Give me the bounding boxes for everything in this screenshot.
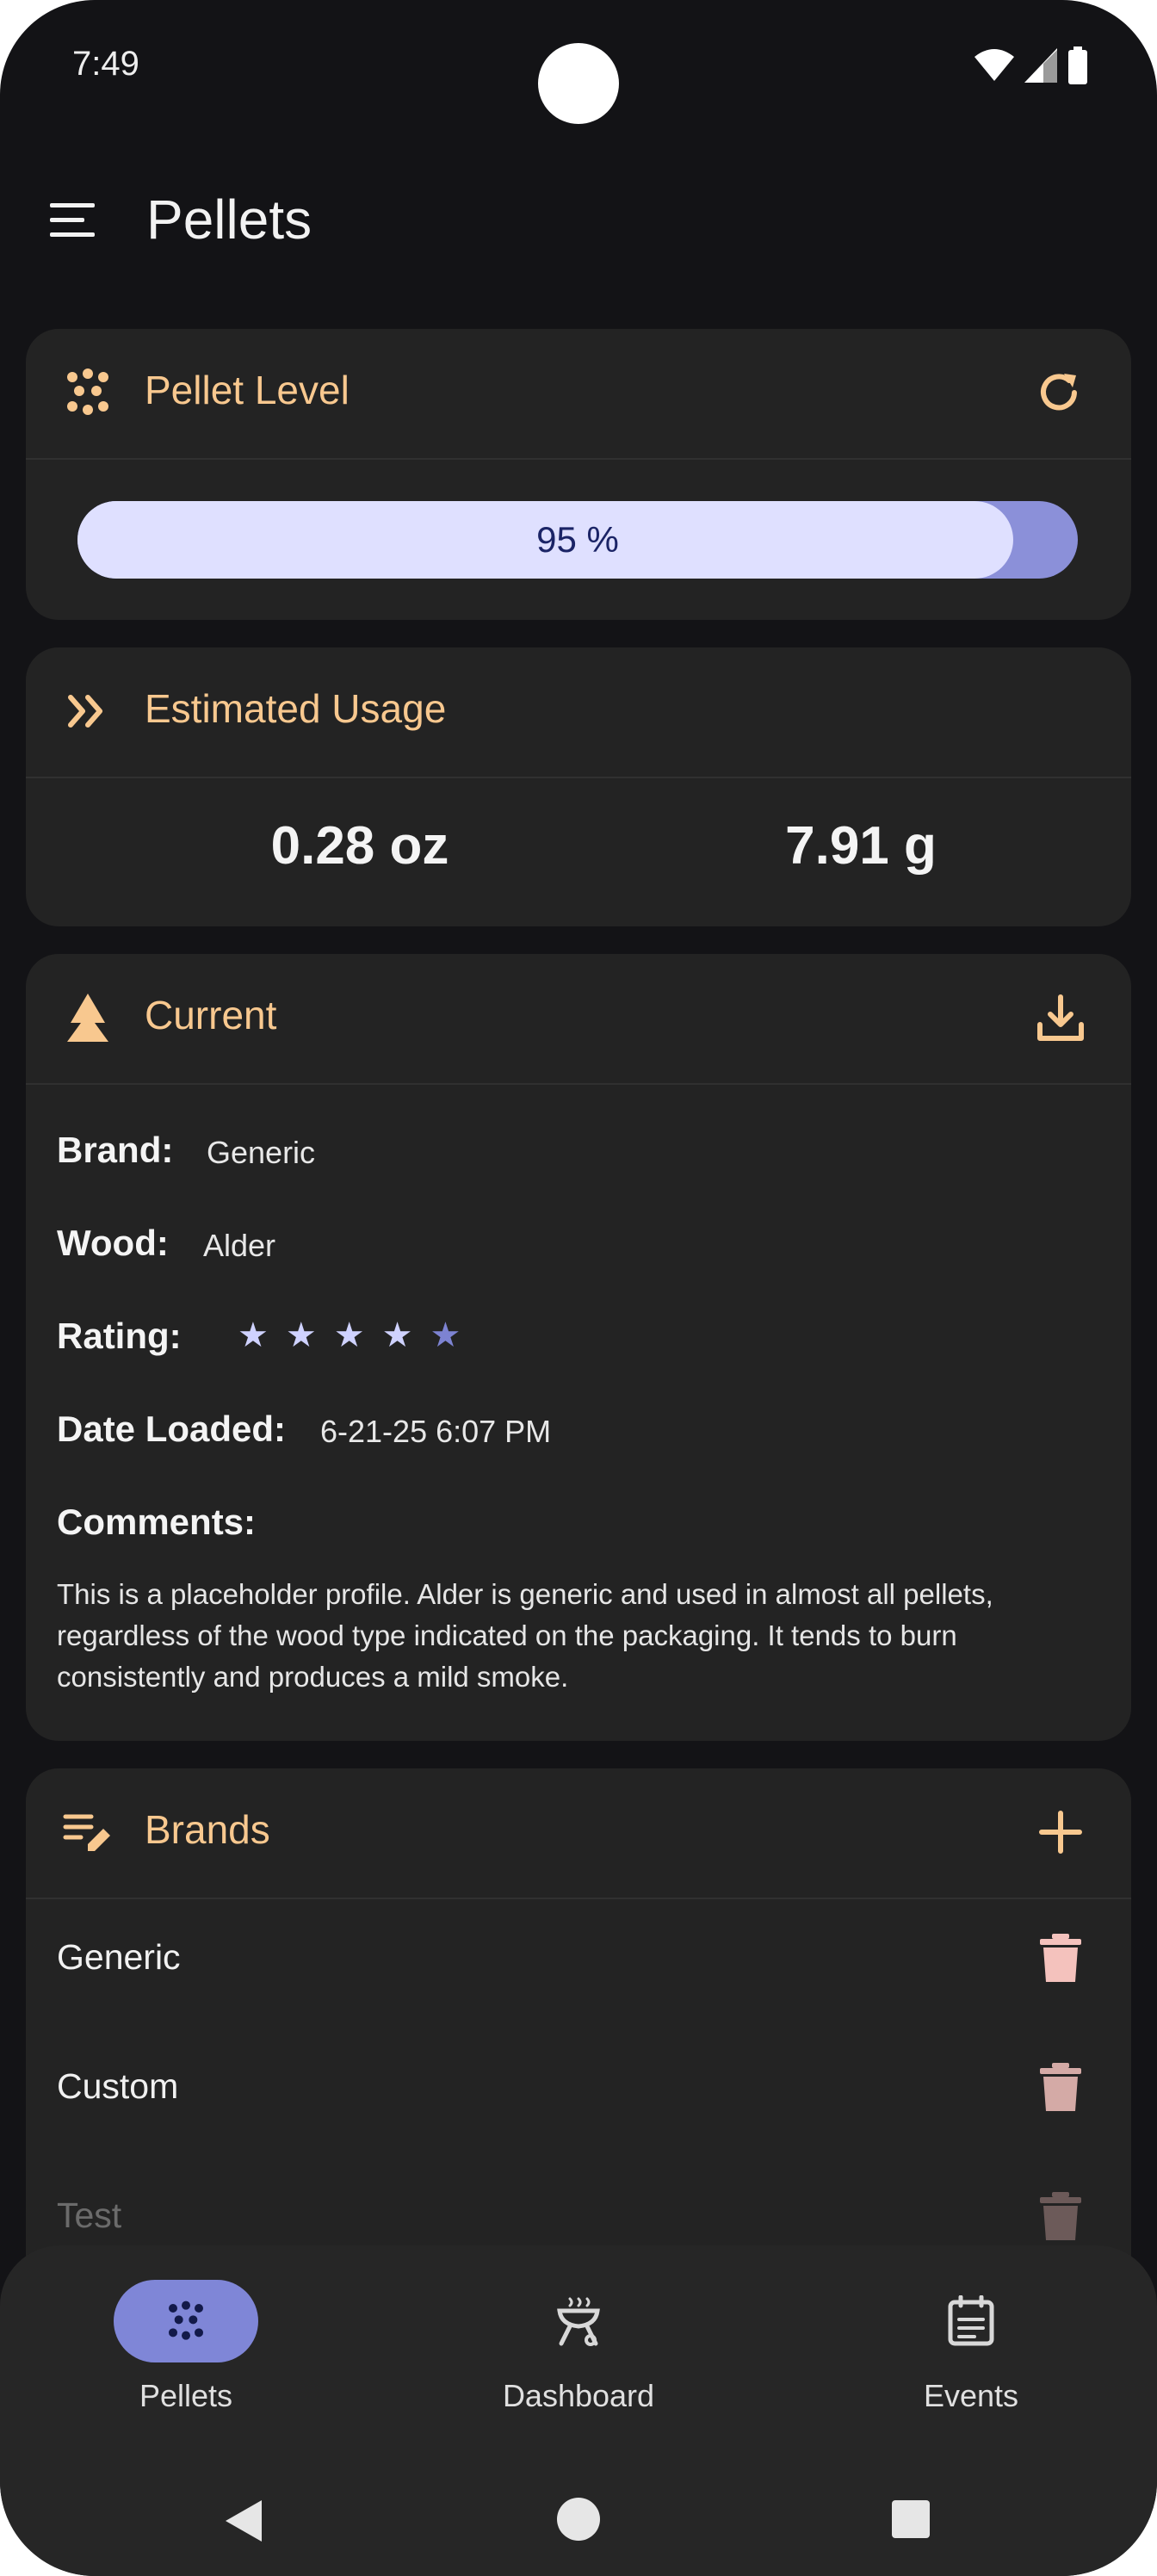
brand-row[interactable]: Generic <box>26 1899 1131 2020</box>
calendar-icon <box>948 2295 994 2346</box>
back-icon[interactable] <box>220 2497 269 2545</box>
star-filled-icon: ★ <box>381 1316 413 1354</box>
card-title: Pellet Level <box>145 368 350 412</box>
nav-dashboard[interactable]: Dashboard <box>441 2280 716 2414</box>
camera-cutout <box>538 43 619 124</box>
date-loaded-value: 6-21-25 6:07 PM <box>320 1414 552 1449</box>
card-header: Pellet Level <box>26 329 1131 460</box>
pellets-icon <box>169 2300 203 2340</box>
wood-value: Alder <box>203 1228 276 1263</box>
signal-icon <box>1024 48 1057 83</box>
nav-events-indicator <box>899 2280 1043 2362</box>
nav-pellets[interactable]: Pellets <box>48 2280 324 2414</box>
double-chevron-icon <box>68 695 102 728</box>
card-title: Current <box>145 993 277 1037</box>
refresh-icon[interactable] <box>1035 367 1086 418</box>
rating-label: Rating: <box>57 1316 182 1356</box>
menu-button[interactable] <box>48 195 100 246</box>
app-bar: Pellets <box>0 172 1157 267</box>
trash-icon[interactable] <box>1038 1932 1083 1984</box>
trash-icon[interactable] <box>1038 2061 1083 2113</box>
card-title: Brands <box>145 1807 270 1852</box>
current-pellet-card: Current Brand: Generic Wood: Alder Ratin… <box>26 954 1131 1741</box>
grill-icon <box>557 2297 600 2346</box>
brand-row[interactable]: Custom <box>26 2028 1131 2149</box>
edit-list-icon <box>63 1814 110 1851</box>
tree-icon <box>67 994 108 1042</box>
nav-label: Dashboard <box>502 2378 655 2413</box>
pellet-level-card: Pellet Level 95 % <box>26 329 1131 620</box>
menu-icon <box>50 203 95 237</box>
card-header: Current <box>26 954 1131 1085</box>
home-icon[interactable] <box>556 2497 601 2542</box>
nav-pellets-indicator <box>114 2280 258 2362</box>
star-filled-icon: ★ <box>333 1316 365 1354</box>
nav-label: Pellets <box>139 2378 233 2413</box>
brand-name: Generic <box>57 1937 181 1977</box>
star-filled-icon: ★ <box>285 1316 317 1354</box>
bottom-navigation: Pellets Dashboard Events <box>0 2245 1157 2576</box>
nav-events[interactable]: Events <box>833 2280 1109 2414</box>
usage-values: 0.28 oz 7.91 g <box>26 777 1131 923</box>
brand-value: Generic <box>207 1135 316 1170</box>
card-header: Estimated Usage <box>26 647 1131 778</box>
star-filled-icon: ★ <box>238 1316 269 1354</box>
brand-label: Brand: <box>57 1130 174 1170</box>
comments-text: This is a placeholder profile. Alder is … <box>57 1578 993 1693</box>
app-screen: 7:49 Pellets Pellet Level 95 % Estimated… <box>0 0 1157 2576</box>
download-icon[interactable] <box>1035 992 1086 1043</box>
pellet-level-bar: 95 % <box>77 501 1078 579</box>
brand-name: Custom <box>57 2066 179 2106</box>
recents-icon[interactable] <box>890 2499 931 2540</box>
nav-dashboard-indicator <box>506 2280 651 2362</box>
nav-label: Events <box>923 2378 1019 2413</box>
page-title: Pellets <box>146 189 312 251</box>
status-icons <box>974 46 1088 84</box>
date-loaded-label: Date Loaded: <box>57 1409 287 1449</box>
brands-card: Brands Generic Custom Test <box>26 1768 1131 2302</box>
star-empty-icon: ★ <box>430 1316 461 1354</box>
pellets-icon <box>67 368 108 415</box>
card-title: Estimated Usage <box>145 686 447 731</box>
rating-stars: ★ ★ ★ ★ ★ <box>238 1316 461 1355</box>
battery-icon <box>1068 46 1087 84</box>
pellet-level-label: 95 % <box>536 519 619 560</box>
comments-label: Comments: <box>57 1502 257 1542</box>
wifi-icon <box>974 49 1014 81</box>
brand-name: Test <box>57 2195 122 2235</box>
usage-ounces: 0.28 oz <box>270 816 449 876</box>
trash-icon[interactable] <box>1038 2190 1083 2242</box>
wood-label: Wood: <box>57 1223 169 1263</box>
add-icon[interactable] <box>1035 1806 1086 1858</box>
system-navigation <box>0 2488 1157 2557</box>
status-time: 7:49 <box>72 45 139 83</box>
usage-grams: 7.91 g <box>785 816 937 876</box>
estimated-usage-card: Estimated Usage 0.28 oz 7.91 g <box>26 647 1131 926</box>
card-header: Brands <box>26 1768 1131 1899</box>
